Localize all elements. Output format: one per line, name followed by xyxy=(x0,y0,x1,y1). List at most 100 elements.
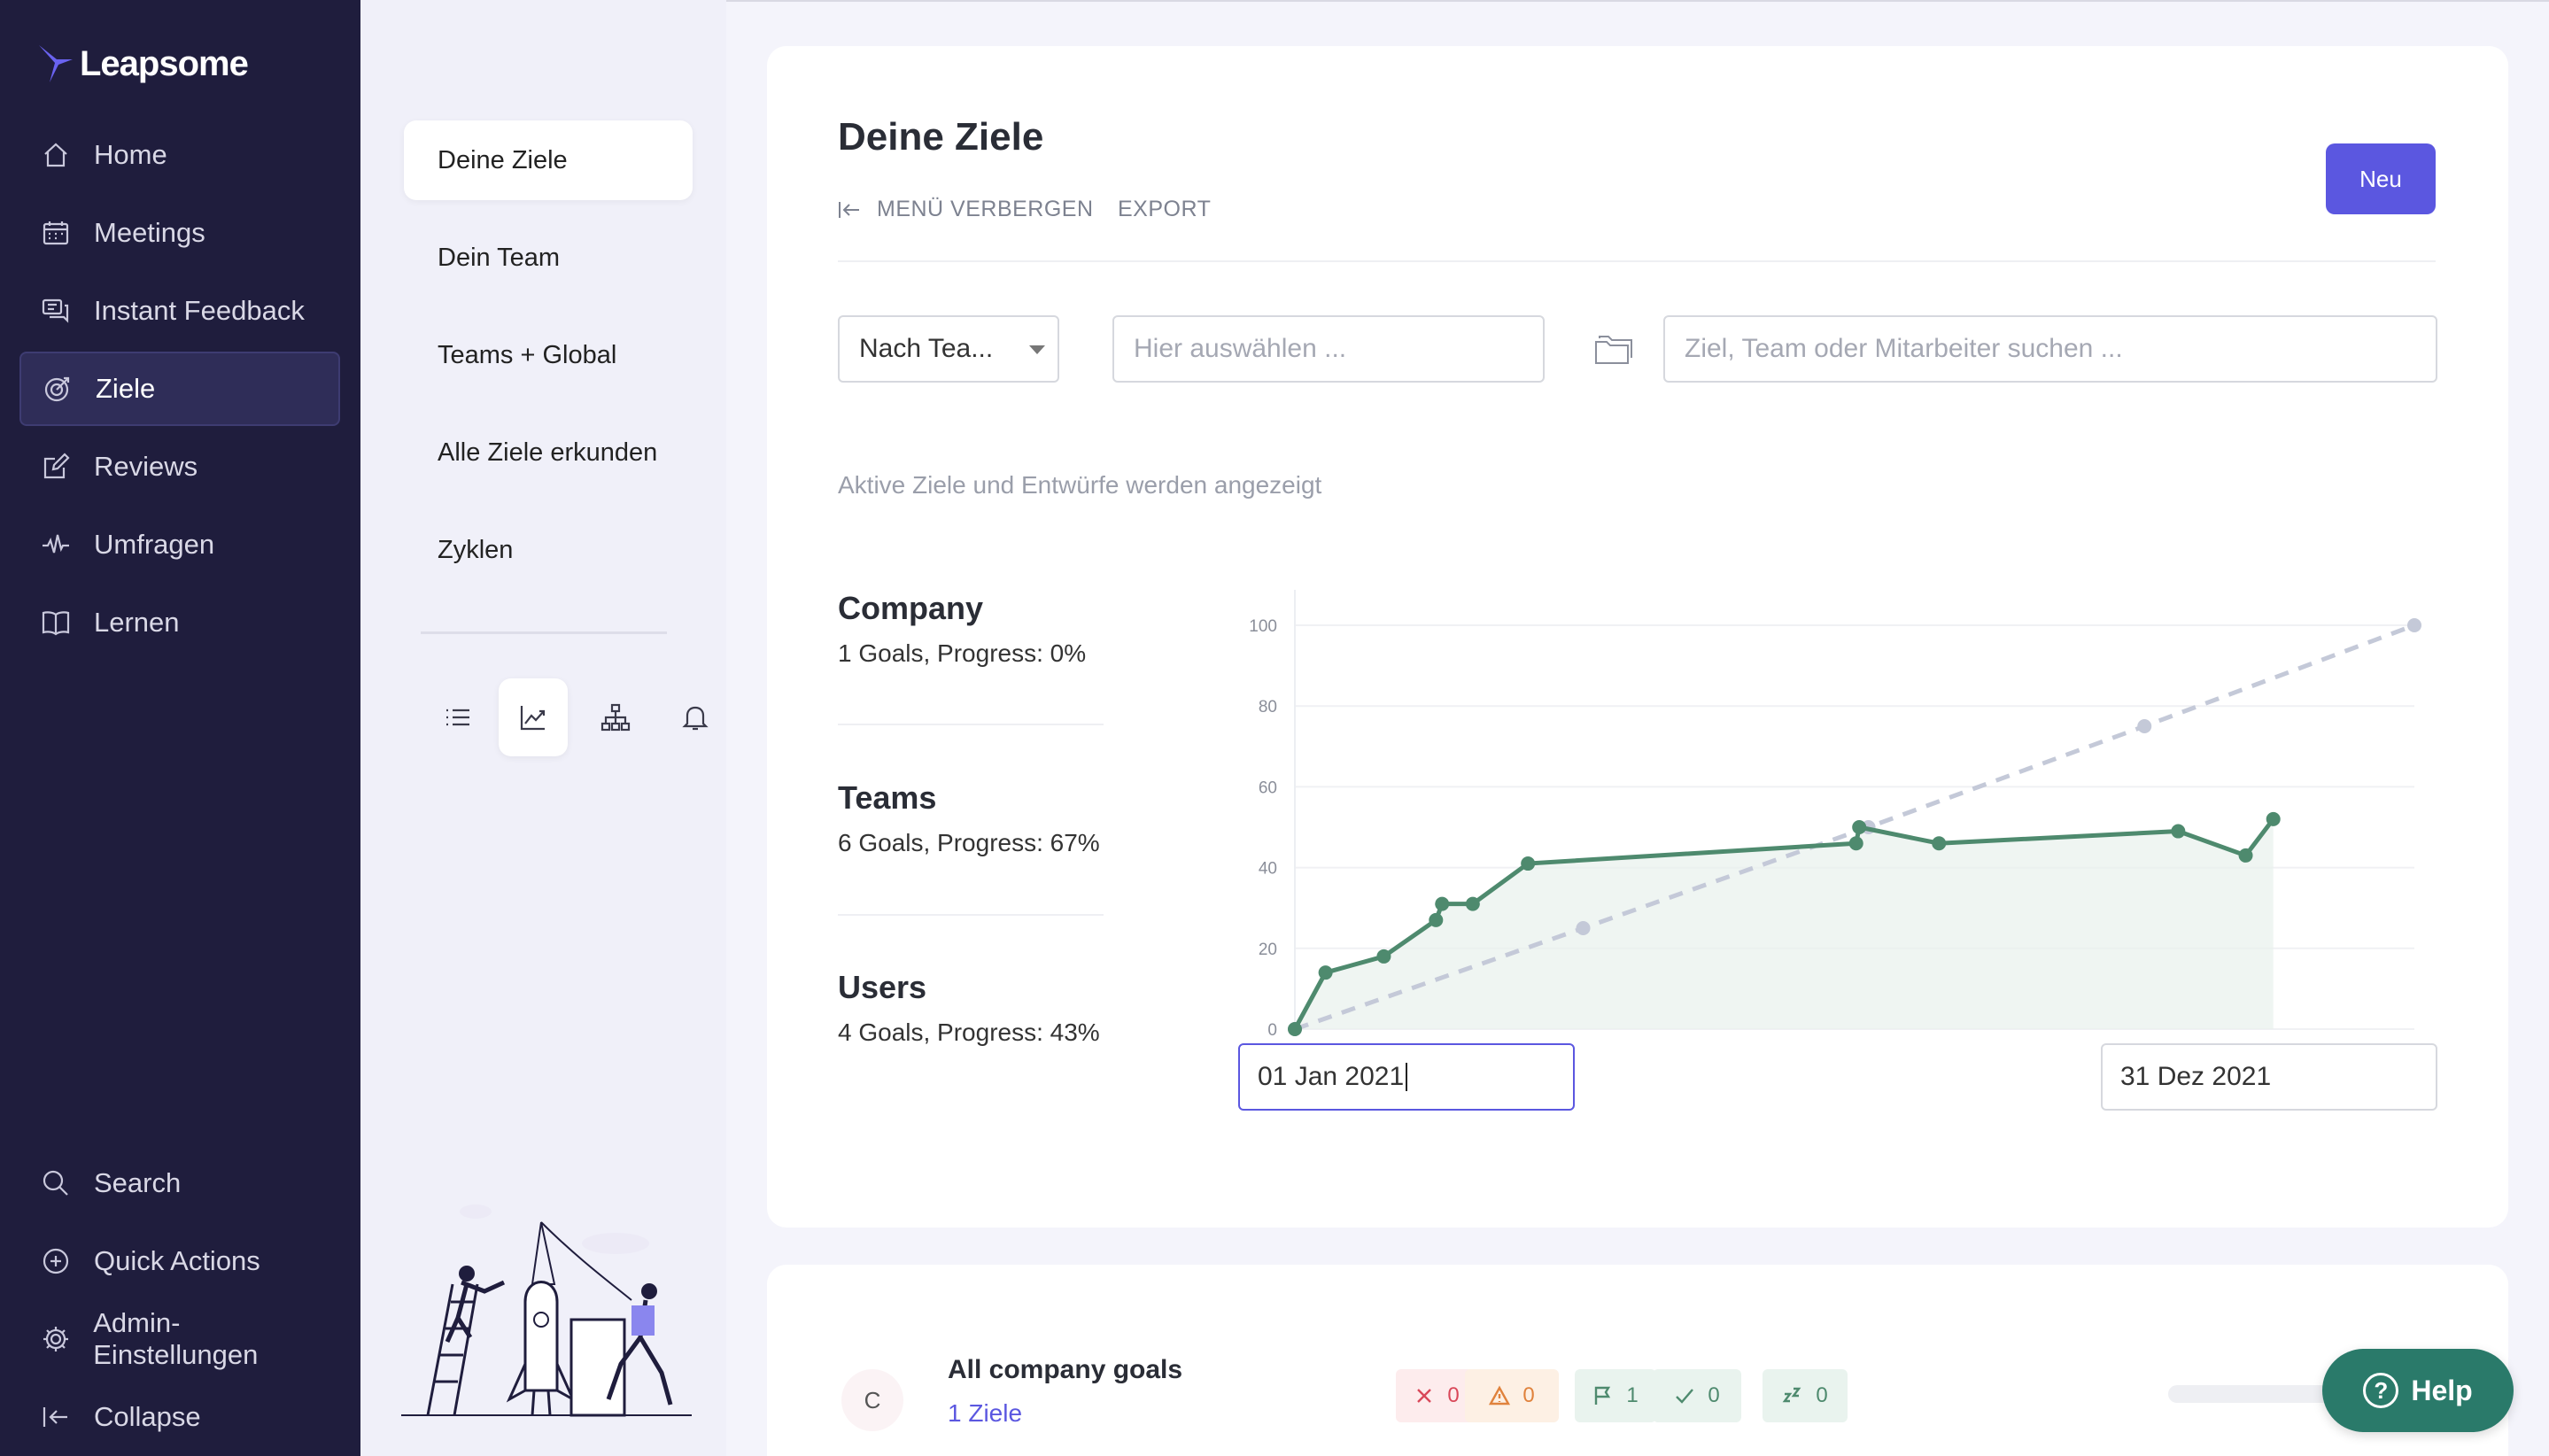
expected-point xyxy=(2407,618,2421,632)
warning-icon xyxy=(1489,1385,1511,1406)
gear-icon xyxy=(39,1322,72,1356)
pulse-icon xyxy=(39,528,73,561)
status-pill[interactable]: 0 xyxy=(1763,1369,1848,1422)
status-pill[interactable]: 1 xyxy=(1575,1369,1656,1422)
x-icon xyxy=(1417,1389,1432,1403)
submenu-teams-global[interactable]: Teams + Global xyxy=(404,315,693,395)
progress-point xyxy=(1465,896,1480,911)
hierarchy-icon xyxy=(600,703,631,732)
list-icon xyxy=(446,709,469,726)
progress-bar xyxy=(2168,1385,2336,1403)
chart-view-button[interactable] xyxy=(499,678,568,756)
submenu-zyklen[interactable]: Zyklen xyxy=(404,510,693,590)
sleep-icon xyxy=(1782,1387,1801,1403)
sidebar-item-label: Home xyxy=(94,139,167,170)
avatar: C xyxy=(841,1369,903,1431)
progress-point xyxy=(1318,965,1333,980)
sidebar-item-search[interactable]: Search xyxy=(19,1146,340,1220)
check-icon xyxy=(1676,1389,1694,1404)
selection-input[interactable] xyxy=(1112,315,1545,383)
status-count: 0 xyxy=(1708,1383,1720,1407)
sidebar-item-label: Collapse xyxy=(94,1401,201,1432)
hide-menu-icon xyxy=(839,201,859,218)
target-icon xyxy=(41,372,74,406)
y-tick-label: 20 xyxy=(1259,941,1277,959)
filter-select-value: Nach Tea... xyxy=(859,334,994,363)
notifications-view-button[interactable] xyxy=(661,678,730,756)
sidebar-item-reviews[interactable]: Reviews xyxy=(19,430,340,504)
sidebar-item-quick-actions[interactable]: Quick Actions xyxy=(19,1224,340,1298)
progress-point xyxy=(2238,848,2253,863)
status-count: 1 xyxy=(1626,1383,1639,1407)
sidebar-item-home[interactable]: Home xyxy=(19,118,340,192)
progress-point xyxy=(1435,896,1450,911)
sidebar-item-ziele[interactable]: Ziele xyxy=(19,352,340,426)
group-title: All company goals xyxy=(948,1355,1183,1384)
leapsome-logo[interactable]: Leapsome xyxy=(37,39,249,89)
edit-icon xyxy=(39,450,73,484)
submenu-deine-ziele[interactable]: Deine Ziele xyxy=(404,120,693,200)
y-tick-label: 60 xyxy=(1259,778,1277,797)
search-input[interactable] xyxy=(1663,315,2437,383)
hide-menu-button[interactable]: MENÜ VERBERGEN xyxy=(838,197,1094,222)
y-tick-label: 100 xyxy=(1249,617,1277,636)
flag-icon xyxy=(1595,1386,1611,1405)
sidebar-item-collapse[interactable]: Collapse xyxy=(19,1380,340,1454)
goals-count-link[interactable]: 1 Ziele xyxy=(948,1399,1022,1428)
sidebar-item-lernen[interactable]: Lernen xyxy=(19,585,340,660)
status-count: 0 xyxy=(1447,1383,1460,1407)
sidebar-item-label: Admin-Einstellungen xyxy=(93,1307,259,1370)
submenu-dein-team[interactable]: Dein Team xyxy=(404,218,693,298)
export-button[interactable]: EXPORT xyxy=(1118,197,1211,222)
stat-title: Company xyxy=(838,590,984,626)
sidebar-item-meetings[interactable]: Meetings xyxy=(19,196,340,270)
progress-point xyxy=(1376,949,1391,964)
company-goals-card: C All company goals 1 Ziele 0 0 1 0 0 xyxy=(767,1265,2508,1456)
submenu-alle-ziele[interactable]: Alle Ziele erkunden xyxy=(404,413,693,492)
bell-icon xyxy=(682,706,709,731)
chevron-down-icon xyxy=(1029,345,1045,354)
sidebar-item-label: Search xyxy=(94,1167,182,1198)
progress-point xyxy=(1848,836,1863,851)
page-title: Deine Ziele xyxy=(838,115,1044,159)
sidebar-item-label: Reviews xyxy=(94,451,198,482)
expected-point xyxy=(1576,921,1591,935)
help-button[interactable]: ? Help xyxy=(2322,1349,2514,1432)
sidebar-item-label: Quick Actions xyxy=(94,1245,260,1276)
progress-point xyxy=(2171,824,2186,839)
sidebar-item-label: Meetings xyxy=(94,217,205,248)
start-date-input[interactable]: 01 Jan 2021 xyxy=(1238,1043,1575,1111)
list-view-button[interactable] xyxy=(423,678,492,756)
info-text: Aktive Ziele und Entwürfe werden angezei… xyxy=(838,471,1322,499)
status-pill[interactable]: 0 xyxy=(1653,1369,1741,1422)
progress-point xyxy=(1429,912,1444,927)
goals-overview-card: Deine Ziele MENÜ VERBERGEN EXPORT Neu Na… xyxy=(767,46,2508,1228)
leapsome-bird-icon xyxy=(39,45,73,82)
folder-button[interactable] xyxy=(1591,329,1635,370)
y-tick-label: 40 xyxy=(1259,860,1277,879)
chart-icon xyxy=(520,706,546,731)
hide-menu-label: MENÜ VERBERGEN xyxy=(877,197,1094,221)
y-tick-label: 80 xyxy=(1259,698,1277,716)
sidebar-item-instant-feedback[interactable]: Instant Feedback xyxy=(19,274,340,348)
filter-select[interactable]: Nach Tea... xyxy=(838,315,1059,383)
sidebar-item-admin-settings[interactable]: Admin-Einstellungen xyxy=(19,1302,340,1376)
sidebar-item-umfragen[interactable]: Umfragen xyxy=(19,507,340,582)
expected-point xyxy=(2137,719,2152,733)
end-date-input[interactable]: 31 Dez 2021 xyxy=(2101,1043,2437,1111)
new-goal-button[interactable]: Neu xyxy=(2326,143,2436,214)
stat-title: Users xyxy=(838,969,927,1005)
status-pill[interactable]: 0 xyxy=(1465,1369,1559,1422)
sidebar-item-label: Ziele xyxy=(96,373,156,404)
hierarchy-view-button[interactable] xyxy=(581,678,650,756)
rocket-illustration xyxy=(401,1204,692,1417)
search-icon xyxy=(39,1166,73,1200)
stat-title: Teams xyxy=(838,779,937,816)
main-sidebar: Leapsome Home Meetings Instant Feedback … xyxy=(0,0,360,1456)
help-icon: ? xyxy=(2363,1373,2399,1408)
chat-icon xyxy=(39,294,73,328)
home-icon xyxy=(39,138,73,172)
progress-point xyxy=(2266,811,2281,826)
stat-teams: Teams 6 Goals, Progress: 67% xyxy=(838,779,1100,857)
progress-point xyxy=(1521,856,1536,871)
